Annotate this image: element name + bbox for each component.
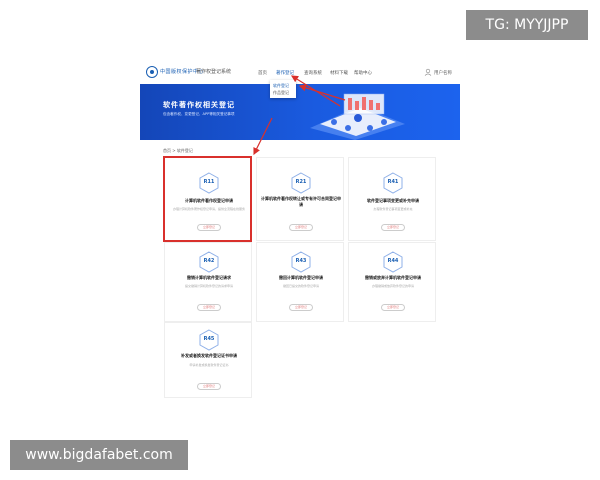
card-r21[interactable]: R21 计算机软件著作权转让或专有许可合同登记申请 立即登记: [256, 157, 344, 241]
card-code: R44: [387, 258, 399, 264]
card-r43[interactable]: R43 撤回计算机软件登记申请 撤回已提交的软件登记申请 立即登记: [256, 242, 344, 322]
card-register-button[interactable]: 立即登记: [197, 304, 221, 311]
card-r44[interactable]: R44 撤销或放弃计算机软件登记申请 办理撤销或放弃软件登记的申请 立即登记: [348, 242, 436, 322]
card-title: 撤销计算机软件登记请求: [187, 275, 231, 280]
card-description: 申请补发或换发软件登记证书: [189, 363, 229, 367]
card-code: R45: [203, 336, 215, 342]
card-code: R43: [295, 258, 307, 264]
card-register-button[interactable]: 立即登记: [289, 304, 313, 311]
card-title: 计算机软件著作权转让或专有许可合同登记申请: [261, 196, 341, 207]
card-title: 撤回计算机软件登记申请: [279, 275, 323, 280]
card-r42[interactable]: R42 撤销计算机软件登记请求 提交撤销计算机软件登记的请求申请 立即登记: [164, 242, 252, 322]
card-title: 撤销或放弃计算机软件登记申请: [365, 275, 421, 280]
card-code: R42: [203, 258, 215, 264]
highlight-box: [163, 156, 252, 242]
card-r41[interactable]: R41 软件登记事项变更或补充申请 办理软件登记事项变更或补充 立即登记: [348, 157, 436, 241]
card-code: R41: [387, 179, 399, 185]
breadcrumb[interactable]: 首页 > 软件登记: [163, 148, 193, 154]
card-register-button[interactable]: 立即登记: [381, 304, 405, 311]
card-code: R21: [295, 179, 307, 185]
card-register-button[interactable]: 立即登记: [197, 383, 221, 390]
card-title: 补发或者换发软件登记证书申请: [181, 353, 237, 358]
card-description: 办理软件登记事项变更或补充: [373, 207, 413, 211]
card-register-button[interactable]: 立即登记: [381, 224, 405, 231]
card-title: 软件登记事项变更或补充申请: [367, 198, 419, 203]
card-description: 办理撤销或放弃软件登记的申请: [371, 284, 414, 288]
card-description: 撤回已提交的软件登记申请: [282, 284, 319, 288]
card-r45[interactable]: R45 补发或者换发软件登记证书申请 申请补发或换发软件登记证书 立即登记: [164, 322, 252, 398]
card-description: 提交撤销计算机软件登记的请求申请: [184, 284, 233, 288]
card-register-button[interactable]: 立即登记: [289, 224, 313, 231]
